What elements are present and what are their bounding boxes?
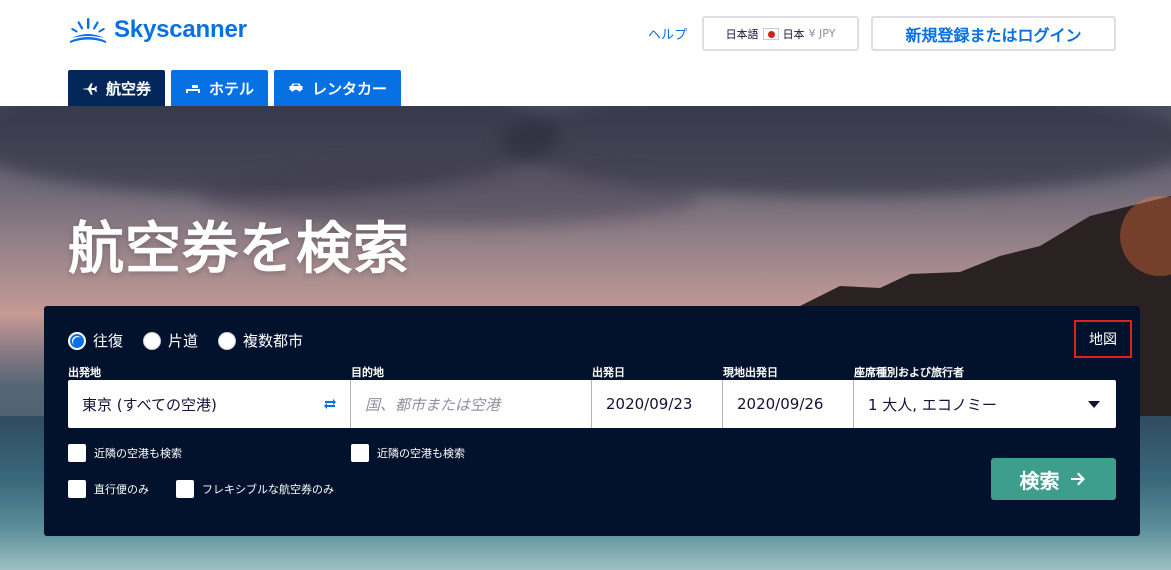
radio-round-trip[interactable]: 往復 <box>68 330 123 351</box>
site-header: Skyscanner ヘルプ 日本語 日本 ¥ JPY 新規登録またはログイン … <box>0 0 1171 106</box>
cabin-travellers-label: 座席種別および旅行者 <box>854 366 964 379</box>
radio-label: 複数都市 <box>243 332 304 350</box>
language-label: 日本語 <box>725 27 759 41</box>
destination-placeholder: 国、都市または空港 <box>365 395 501 414</box>
swap-icon[interactable] <box>322 396 338 412</box>
cabin-travellers-select[interactable]: 1 大人, エコノミー <box>854 380 1116 428</box>
checkbox-box[interactable] <box>176 480 194 498</box>
product-tabs: 航空券 ホテル レンタカー <box>68 70 402 106</box>
car-icon <box>289 83 303 92</box>
search-fields-row: 東京 (すべての空港) 国、都市または空港 2020/09/23 2020/09… <box>68 380 1116 428</box>
japan-flag-icon <box>762 27 779 40</box>
radio-multi-city[interactable]: 複数都市 <box>218 330 303 351</box>
checkbox-direct-only[interactable]: 直行便のみ <box>68 480 149 498</box>
map-button[interactable]: 地図 <box>1074 320 1132 358</box>
depart-date-input[interactable]: 2020/09/23 <box>592 380 723 428</box>
origin-label: 出発地 <box>68 366 101 379</box>
tab-hotels-label: ホテル <box>209 79 255 98</box>
tab-hotels[interactable]: ホテル <box>171 70 269 106</box>
sunrise-logo-icon <box>70 18 106 43</box>
currency-label: ¥ JPY <box>808 27 836 40</box>
bed-icon <box>186 83 201 93</box>
destination-label: 目的地 <box>351 366 384 379</box>
checkbox-label: 直行便のみ <box>94 483 149 496</box>
origin-value: 東京 (すべての空港) <box>82 395 217 414</box>
checkbox-nearby-origin[interactable]: 近隣の空港も検索 <box>68 444 182 462</box>
arrow-right-icon <box>1070 472 1085 486</box>
cabin-travellers-value: 1 大人, エコノミー <box>868 395 997 414</box>
trip-type-group: 往復 片道 複数都市 <box>68 330 303 351</box>
skyscanner-logo[interactable]: Skyscanner <box>68 16 247 44</box>
radio-label: 片道 <box>168 332 199 350</box>
plane-icon <box>83 83 97 95</box>
checkbox-label: 近隣の空港も検索 <box>377 447 465 460</box>
checkbox-box[interactable] <box>68 480 86 498</box>
return-date-label: 現地出発日 <box>723 366 778 379</box>
destination-input[interactable]: 国、都市または空港 <box>351 380 592 428</box>
depart-date-value: 2020/09/23 <box>606 395 693 413</box>
checkbox-label: 近隣の空港も検索 <box>94 447 182 460</box>
checkbox-box[interactable] <box>68 444 86 462</box>
tab-flights-label: 航空券 <box>106 79 152 98</box>
radio-button[interactable] <box>68 331 86 350</box>
login-button[interactable]: 新規登録またはログイン <box>871 16 1116 51</box>
radio-button[interactable] <box>143 331 162 350</box>
checkbox-label: フレキシブルな航空券のみ <box>202 483 334 496</box>
locale-selector-button[interactable]: 日本語 日本 ¥ JPY <box>702 16 859 51</box>
origin-input[interactable]: 東京 (すべての空港) <box>68 380 351 428</box>
checkbox-flexible-tickets[interactable]: フレキシブルな航空券のみ <box>176 480 334 498</box>
depart-date-label: 出発日 <box>592 366 625 379</box>
tab-car-hire-label: レンタカー <box>312 79 388 98</box>
return-date-input[interactable]: 2020/09/26 <box>723 380 854 428</box>
search-button-label: 検索 <box>1019 468 1060 493</box>
page-title: 航空券を検索 <box>68 217 410 282</box>
tab-flights[interactable]: 航空券 <box>68 70 166 106</box>
radio-button[interactable] <box>218 331 237 350</box>
flight-search-panel: 往復 片道 複数都市 地図 出発地 目的地 出発日 現地出発日 座席種別および旅… <box>44 306 1140 536</box>
radio-one-way[interactable]: 片道 <box>143 330 198 351</box>
country-label: 日本 <box>782 27 805 41</box>
chevron-down-icon <box>1088 401 1100 408</box>
tab-car-hire[interactable]: レンタカー <box>274 70 402 106</box>
return-date-value: 2020/09/26 <box>737 395 824 413</box>
brand-name: Skyscanner <box>114 16 247 43</box>
search-button[interactable]: 検索 <box>991 458 1116 500</box>
checkbox-box[interactable] <box>351 444 369 462</box>
checkbox-nearby-destination[interactable]: 近隣の空港も検索 <box>351 444 465 462</box>
radio-label: 往復 <box>93 332 124 350</box>
help-link[interactable]: ヘルプ <box>648 24 687 43</box>
